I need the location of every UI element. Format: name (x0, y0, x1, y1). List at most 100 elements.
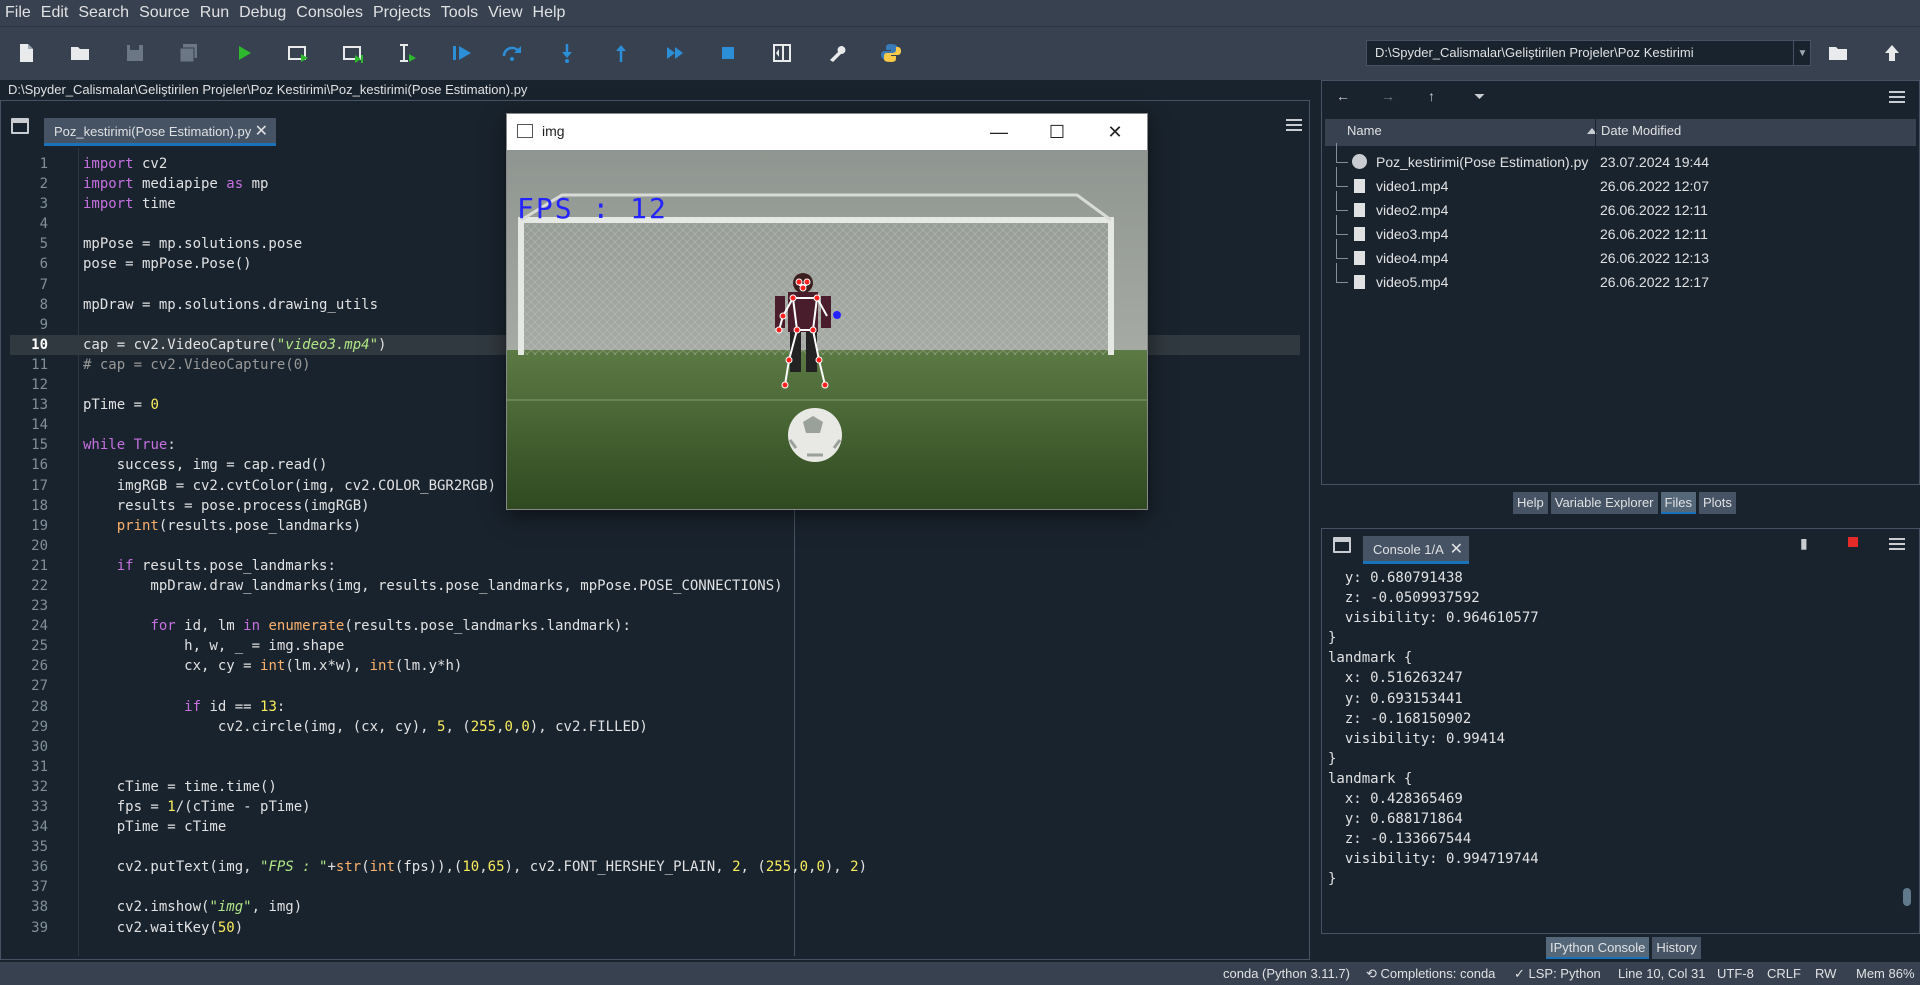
save-icon[interactable] (123, 41, 147, 65)
menu-tools[interactable]: Tools (436, 4, 483, 22)
filter-icon[interactable]: ⏷ (1474, 88, 1485, 105)
code-line[interactable]: 25 h, w, _ = img.shape (10, 636, 1300, 656)
code-text: mpDraw = mp.solutions.drawing_utils (83, 296, 379, 313)
console-line: landmark { (1328, 770, 1413, 787)
step-into-icon[interactable] (555, 41, 579, 65)
code-text: # cap = cv2.VideoCapture(0) (83, 356, 311, 373)
editor-options-menu-icon[interactable] (1286, 119, 1302, 131)
working-directory-input[interactable]: D:\Spyder_Calismalar\Geliştirilen Projel… (1366, 40, 1811, 66)
menu-file[interactable]: File (0, 4, 36, 22)
status-env[interactable]: conda (Python 3.11.7) (1223, 966, 1350, 981)
maximize-icon[interactable]: ☐ (1045, 120, 1069, 144)
run-cell-advance-icon[interactable] (341, 41, 365, 65)
run-icon[interactable] (232, 41, 256, 65)
console-options-menu-icon[interactable] (1889, 538, 1905, 550)
close-icon[interactable]: ✕ (1450, 539, 1463, 559)
step-return-icon[interactable] (609, 41, 633, 65)
back-arrow-icon[interactable]: ← (1336, 88, 1350, 104)
code-line[interactable]: 19 print(results.pose_landmarks) (10, 516, 1300, 536)
new-file-icon[interactable] (14, 41, 38, 65)
menu-consoles[interactable]: Consoles (291, 4, 368, 22)
column-header-name[interactable]: Name (1347, 123, 1382, 138)
close-icon[interactable]: ✕ (255, 121, 268, 141)
tab-history[interactable]: History (1652, 937, 1701, 959)
line-number: 36 (31, 859, 48, 876)
maximize-pane-icon[interactable] (770, 41, 794, 65)
code-line[interactable]: 36 cv2.putText(img, "FPS : "+str(int(fps… (10, 857, 1300, 877)
tree-branch (1336, 239, 1348, 259)
console-scrollbar[interactable] (1902, 568, 1912, 932)
parent-directory-icon[interactable] (1880, 41, 1904, 65)
menu-help[interactable]: Help (528, 4, 571, 22)
tab-ipython-console[interactable]: IPython Console (1546, 937, 1650, 959)
tab-help[interactable]: Help (1513, 492, 1548, 514)
tab-variable-explorer[interactable]: Variable Explorer (1550, 492, 1658, 514)
continue-icon[interactable] (663, 41, 687, 65)
column-header-date-modified[interactable]: Date Modified (1601, 123, 1681, 138)
status-lsp[interactable]: ✓ LSP: Python (1514, 966, 1601, 982)
code-line[interactable]: 22 mpDraw.draw_landmarks(img, results.po… (10, 576, 1300, 596)
save-all-icon[interactable] (177, 41, 201, 65)
console-line: z: -0.0509937592 (1328, 590, 1480, 607)
image-window-titlebar[interactable]: img — ☐ ✕ (507, 114, 1147, 150)
code-line[interactable]: 31 (10, 757, 1300, 777)
line-number: 34 (31, 819, 48, 836)
open-folder-icon[interactable] (68, 41, 92, 65)
tab-files[interactable]: Files (1660, 492, 1696, 514)
run-selection-icon[interactable] (395, 41, 419, 65)
code-line[interactable]: 39 cv2.waitKey(50) (10, 918, 1300, 938)
line-number: 7 (39, 276, 48, 293)
preferences-wrench-icon[interactable] (825, 41, 849, 65)
python-path-icon[interactable] (879, 41, 903, 65)
code-line[interactable]: 27 (10, 676, 1300, 696)
code-line[interactable]: 34 pTime = cTime (10, 817, 1300, 837)
line-number: 17 (31, 477, 48, 494)
tab-plots[interactable]: Plots (1698, 492, 1736, 514)
files-options-menu-icon[interactable] (1889, 91, 1905, 103)
code-text: for id, lm in enumerate(results.pose_lan… (150, 618, 631, 635)
up-arrow-icon[interactable]: ↑ (1428, 88, 1435, 104)
browse-console-tabs-icon[interactable] (1333, 537, 1351, 553)
menu-run[interactable]: Run (195, 4, 234, 22)
code-line[interactable]: 29 cv2.circle(img, (cx, cy), 5, (255,0,0… (10, 717, 1300, 737)
chevron-down-icon[interactable]: ▼ (1793, 40, 1811, 66)
code-line[interactable]: 23 (10, 596, 1300, 616)
stop-icon[interactable] (716, 41, 740, 65)
code-line[interactable]: 20 (10, 536, 1300, 556)
code-line[interactable]: 30 (10, 737, 1300, 757)
browse-folder-icon[interactable] (1826, 41, 1850, 65)
code-line[interactable]: 26 cx, cy = int(lm.x*w), int(lm.y*h) (10, 656, 1300, 676)
status-completions[interactable]: ⟲ Completions: conda (1366, 966, 1495, 982)
menu-view[interactable]: View (483, 4, 527, 22)
code-line[interactable]: 32 cTime = time.time() (10, 777, 1300, 797)
code-line[interactable]: 28 if id == 13: (10, 697, 1300, 717)
code-line[interactable]: 35 (10, 837, 1300, 857)
run-cell-icon[interactable] (286, 41, 310, 65)
console-tab[interactable]: Console 1/A ✕ (1363, 536, 1469, 564)
debug-icon[interactable] (450, 41, 474, 65)
line-number: 27 (31, 678, 48, 695)
clear-console-icon[interactable]: ▮ (1800, 535, 1808, 552)
menu-search[interactable]: Search (73, 4, 134, 22)
file-date: 26.06.2022 12:11 (1600, 226, 1708, 242)
status-permissions: RW (1815, 966, 1837, 981)
editor-tab[interactable]: Poz_kestirimi(Pose Estimation).py ✕ (44, 118, 276, 146)
code-line[interactable]: 24 for id, lm in enumerate(results.pose_… (10, 616, 1300, 636)
menu-source[interactable]: Source (134, 4, 195, 22)
code-text: pTime = 0 (83, 397, 159, 414)
menu-projects[interactable]: Projects (368, 4, 436, 22)
menu-debug[interactable]: Debug (234, 4, 291, 22)
minimize-icon[interactable]: — (987, 120, 1011, 144)
menu-edit[interactable]: Edit (36, 4, 74, 22)
code-line[interactable]: 37 (10, 877, 1300, 897)
step-over-icon[interactable] (500, 41, 524, 65)
code-line[interactable]: 38 cv2.imshow("img", img) (10, 897, 1300, 917)
forward-arrow-icon[interactable]: → (1381, 88, 1395, 104)
interrupt-stop-icon[interactable] (1848, 537, 1858, 547)
console-output[interactable]: y: 0.680791438 z: -0.0509937592 visibili… (1328, 568, 1898, 928)
opencv-image-window[interactable]: img — ☐ ✕ FPS: 12 (506, 113, 1148, 510)
scrollbar-thumb[interactable] (1903, 888, 1911, 906)
code-line[interactable]: 33 fps = 1/(cTime - pTime) (10, 797, 1300, 817)
close-icon[interactable]: ✕ (1103, 120, 1127, 144)
code-line[interactable]: 21 if results.pose_landmarks: (10, 556, 1300, 576)
